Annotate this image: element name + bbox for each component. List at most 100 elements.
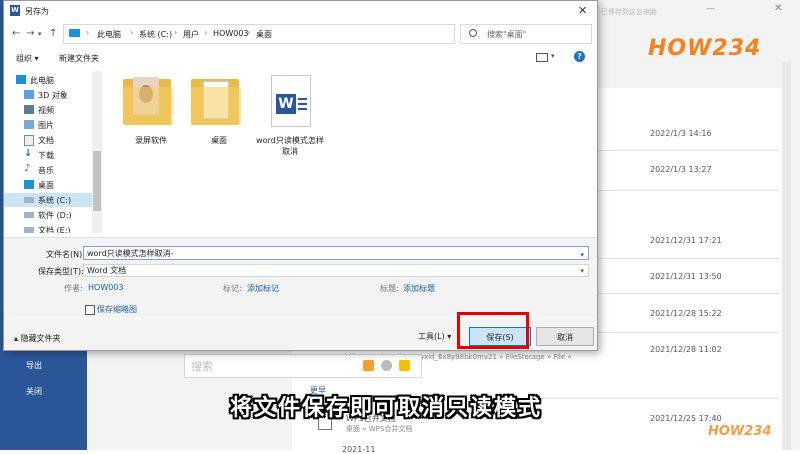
chevron-down-icon: ▾ [580,267,584,275]
nav-item-pictures[interactable]: 图片 [4,118,92,132]
breadcrumb-item[interactable]: 桌面 [256,29,272,40]
chevron-down-icon[interactable]: ▾ [38,30,42,38]
export-nav-item[interactable]: 导出 [26,360,42,371]
window-title: - 已保存到这台电脑 [596,8,657,16]
up-arrow-icon[interactable]: ↑ [49,28,57,39]
nav-item-label: 音乐 [38,166,54,175]
nav-item-drive-e[interactable]: 文档 (E:) [4,223,92,233]
breadcrumb-item[interactable]: 系统 (C:) [139,29,172,40]
nav-item-drive-c[interactable]: 系统 (C:) [4,193,92,207]
breadcrumb-item[interactable]: 用户 [183,29,199,40]
recent-file-date: 2021/12/31 17:21 [650,236,722,245]
file-item-folder[interactable]: 桌面 [183,73,255,153]
nav-item-this-pc[interactable]: 此电脑 [4,73,92,87]
nav-item-drive-d[interactable]: 软件 (D:) [4,208,92,222]
breadcrumb-separator: › [130,28,134,37]
nav-item-music[interactable]: ♪ 音乐 [4,163,92,177]
save-thumbnail-label[interactable]: 保存缩略图 [97,304,137,315]
lightning-icon[interactable] [399,360,410,371]
how234-watermark: HOW234 [708,424,772,439]
settings-icon[interactable] [381,360,392,371]
chevron-down-icon[interactable]: ▾ [580,248,584,262]
view-icon[interactable] [536,53,548,62]
nav-item-label: 软件 (D:) [38,211,72,220]
title-field[interactable]: 添加标题 [403,283,435,294]
title-label: 标题: [380,284,399,293]
document-page-icon: W [271,75,311,127]
cancel-button[interactable]: 取消 [536,327,594,346]
tools-label: 工具(L) [418,332,445,341]
nav-item-label: 文档 (E:) [38,226,71,233]
desktop-icon [24,180,34,189]
breadcrumb-item[interactable]: HOW003 [213,29,249,38]
document-line [298,108,307,110]
recent-file-date: 2021/12/28 15:22 [650,309,722,318]
scrollbar-thumb[interactable] [93,151,101,211]
backstage-search-input[interactable]: 搜索 [184,354,422,378]
how234-logo: HOW234 [648,36,762,61]
save-as-dialog: W 另存为 ✕ ← → ▾ ↑ › 此电脑 › 系统 (C:) › 用户 › H… [3,0,598,351]
computer-icon [69,29,80,37]
filename-field[interactable]: word只读模式怎样取消- ▾ [83,246,589,260]
chevron-down-icon[interactable]: ▾ [551,52,555,60]
3d-objects-icon [24,90,34,99]
author-label: 作者: [64,284,83,293]
folder-shortcut-icon[interactable] [363,360,374,371]
file-item-folder[interactable]: 录屏软件 [115,73,187,153]
nav-item-desktop[interactable]: 桌面 [4,178,92,192]
filetype-value: Word 文档 [87,266,127,275]
search-input[interactable]: 搜索"桌面" [460,24,592,44]
breadcrumb-separator: › [247,28,251,37]
nav-item-label: 桌面 [38,181,54,190]
video-icon [24,105,34,114]
file-name: word只读模式怎样取消 [256,136,324,156]
music-icon: ♪ [24,163,31,174]
document-line [298,103,307,105]
close-window-icon[interactable]: ✕ [774,3,782,14]
file-name: 录屏软件 [135,136,167,145]
nav-item-downloads[interactable]: ↓ 下载 [4,148,92,162]
nav-item-label: 视频 [38,106,54,115]
navigation-bar: ← → ▾ ↑ › 此电脑 › 系统 (C:) › 用户 › HOW003 › … [4,21,597,47]
author-field[interactable]: HOW003 [88,283,124,292]
save-thumbnail-checkbox[interactable] [85,305,95,315]
recent-file-date: 2022/1/3 14:16 [650,129,712,138]
recent-file-date: 2021/12/28 11:02 [650,345,722,354]
help-icon[interactable]: ? [574,51,585,62]
search-placeholder: 搜索 [191,360,213,373]
filename-value: word只读模式怎样取消- [87,249,174,258]
word-icon: W [10,5,20,16]
nav-item-documents[interactable]: 文档 [4,133,92,147]
hide-folders-button[interactable]: ▴ 隐藏文件夹 [14,333,61,344]
dialog-title: 另存为 [25,7,49,16]
organize-button[interactable]: 组织 ▾ [16,53,39,64]
recent-file-path: 桌面 » WPS合并文档 [346,425,413,433]
minimize-icon[interactable]: — [706,4,720,16]
word-icon: W [276,94,296,114]
file-item-document[interactable]: W word只读模式怎样取消 [254,73,326,156]
pictures-icon [24,120,34,129]
document-line [298,98,307,100]
breadcrumb-item[interactable]: 此电脑 [97,29,121,40]
forward-arrow-icon[interactable]: → [26,28,34,39]
back-arrow-icon[interactable]: ← [12,28,20,39]
navigation-pane: 此电脑 3D 对象 视频 图片 文档 ↓ 下载 ♪ 音乐 桌面 系统 (C:) … [4,71,104,233]
recent-list-scrollbar[interactable] [782,62,791,450]
close-nav-item[interactable]: 关闭 [26,386,42,397]
drive-icon [24,212,34,218]
recent-file-date: 2021/12/25 17:40 [650,414,722,423]
drive-icon [24,227,34,233]
address-bar[interactable]: › 此电脑 › 系统 (C:) › 用户 › HOW003 › 桌面 ▾ ↻ [63,24,506,44]
filetype-select[interactable]: Word 文档 ▾ [83,264,589,277]
new-folder-button[interactable]: 新建文件夹 [59,53,99,64]
nav-item-label: 图片 [38,121,54,130]
tools-button[interactable]: 工具(L) ▾ [418,331,451,342]
download-icon: ↓ [24,148,33,159]
dialog-toolbar: 组织 ▾ 新建文件夹 ▾ ? [4,48,597,68]
tags-field[interactable]: 添加标记 [247,283,279,294]
nav-item-3d-objects[interactable]: 3D 对象 [4,88,92,102]
nav-item-video[interactable]: 视频 [4,103,92,117]
search-icon [469,29,477,37]
close-icon[interactable]: ✕ [578,4,587,17]
recent-file-date: 2022/1/3 13:27 [650,165,712,174]
